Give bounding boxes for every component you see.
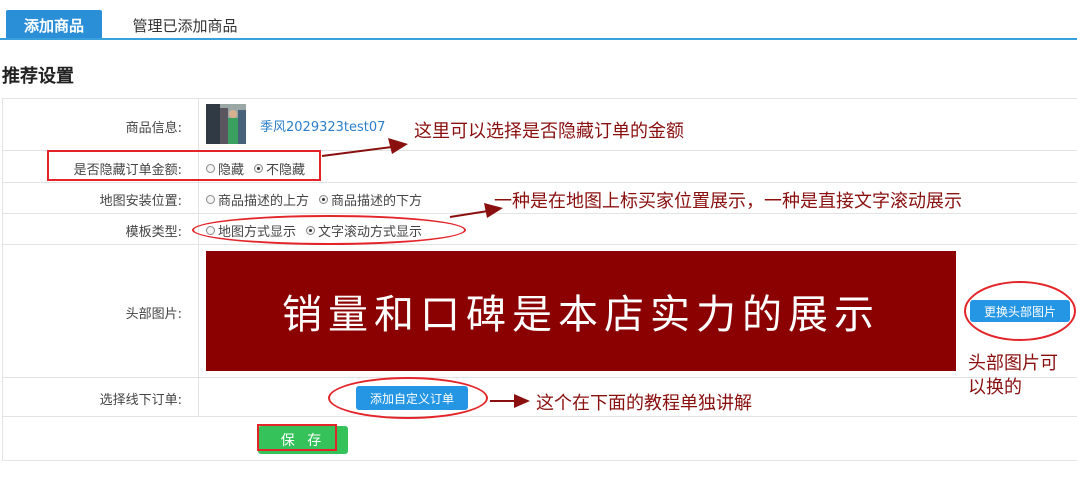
annotation-template: 一种是在地图上标买家位置展示，一种是直接文字滚动展示 bbox=[494, 191, 962, 212]
annotation-custom-order: 这个在下面的教程单独讲解 bbox=[536, 393, 752, 414]
annotation-hide-amount: 这里可以选择是否隐藏订单的金额 bbox=[414, 121, 684, 142]
annotation-header-image-line1: 头部图片可 bbox=[968, 353, 1058, 374]
annotation-header-image: 头部图片可 以换的 bbox=[968, 352, 1058, 400]
annotation-header-image-line2: 以换的 bbox=[968, 377, 1022, 398]
